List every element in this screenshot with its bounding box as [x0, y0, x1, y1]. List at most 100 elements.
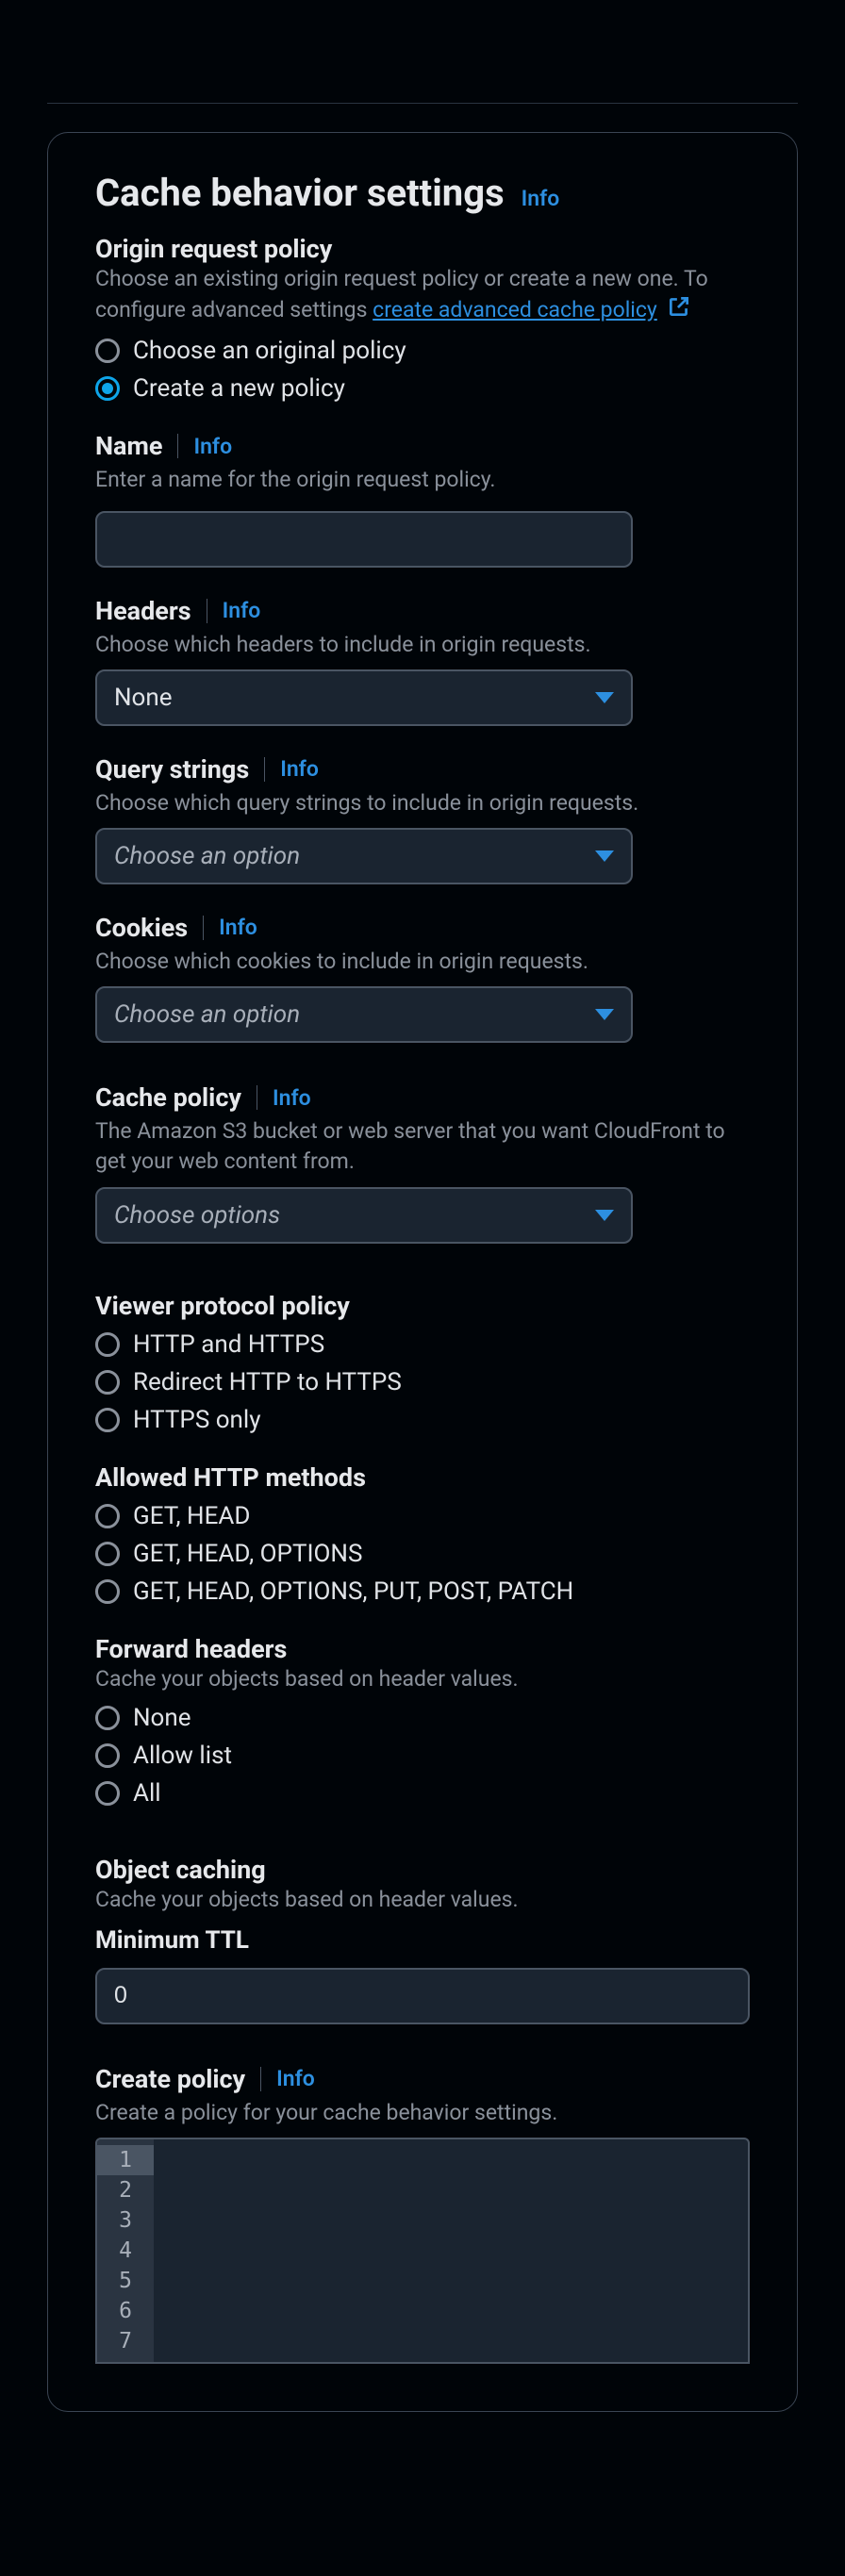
radio-http-https[interactable]: HTTP and HTTPS	[95, 1330, 750, 1359]
radio-label: GET, HEAD	[133, 1502, 250, 1530]
radio-redirect-https[interactable]: Redirect HTTP to HTTPS	[95, 1368, 750, 1396]
create-policy-label: Create policy	[95, 2064, 245, 2094]
top-bar	[47, 0, 798, 104]
headers-section: Headers Info Choose which headers to inc…	[95, 596, 750, 726]
origin-request-policy-section: Origin request policy Choose an existing…	[95, 234, 750, 403]
origin-request-policy-helper: Choose an existing origin request policy…	[95, 264, 750, 327]
object-caching-helper: Cache your objects based on header value…	[95, 1885, 750, 1915]
create-advanced-cache-policy-link[interactable]: create advanced cache policy	[373, 297, 657, 322]
radio-icon	[95, 1370, 120, 1395]
headers-helper: Choose which headers to include in origi…	[95, 630, 750, 660]
gutter-line: 7	[97, 2326, 154, 2356]
cookies-section: Cookies Info Choose which cookies to inc…	[95, 913, 750, 1043]
select-placeholder: Choose options	[114, 1201, 280, 1230]
radio-label: Choose an original policy	[133, 337, 406, 365]
forward-headers-section: Forward headers Cache your objects based…	[95, 1634, 750, 1808]
divider-icon	[264, 757, 265, 782]
radio-icon	[95, 339, 120, 363]
cookies-info-link[interactable]: Info	[219, 915, 257, 940]
name-input[interactable]	[95, 511, 633, 568]
radio-icon	[95, 1332, 120, 1357]
name-label: Name	[95, 431, 162, 461]
radio-forward-none[interactable]: None	[95, 1704, 750, 1732]
radio-https-only[interactable]: HTTPS only	[95, 1406, 750, 1434]
radio-icon	[95, 1743, 120, 1768]
radio-label: None	[133, 1704, 191, 1732]
origin-request-policy-label: Origin request policy	[95, 234, 750, 264]
object-caching-section: Object caching Cache your objects based …	[95, 1855, 750, 2024]
cache-behavior-panel: Cache behavior settings Info Origin requ…	[47, 132, 798, 2412]
radio-label: HTTP and HTTPS	[133, 1330, 324, 1359]
chevron-down-icon	[595, 850, 614, 862]
query-strings-label: Query strings	[95, 754, 249, 784]
radio-choose-original[interactable]: Choose an original policy	[95, 337, 750, 365]
policy-code-editor[interactable]: 1 2 3 4 5 6 7	[95, 2138, 750, 2364]
minimum-ttl-label: Minimum TTL	[95, 1926, 750, 1955]
object-caching-label: Object caching	[95, 1855, 750, 1885]
radio-label: Create a new policy	[133, 374, 345, 403]
create-policy-info-link[interactable]: Info	[276, 2066, 315, 2091]
code-gutter: 1 2 3 4 5 6 7	[97, 2139, 154, 2362]
panel-title: Cache behavior settings	[95, 171, 505, 215]
chevron-down-icon	[595, 692, 614, 703]
radio-label: HTTPS only	[133, 1406, 261, 1434]
panel-title-row: Cache behavior settings Info	[95, 171, 750, 215]
divider-icon	[203, 916, 204, 940]
select-placeholder: Choose an option	[114, 1000, 300, 1029]
viewer-protocol-section: Viewer protocol policy HTTP and HTTPS Re…	[95, 1291, 750, 1434]
radio-label: Redirect HTTP to HTTPS	[133, 1368, 402, 1396]
allowed-methods-section: Allowed HTTP methods GET, HEAD GET, HEAD…	[95, 1462, 750, 1606]
query-strings-section: Query strings Info Choose which query st…	[95, 754, 750, 884]
radio-label: All	[133, 1779, 161, 1808]
radio-label: GET, HEAD, OPTIONS	[133, 1540, 362, 1568]
select-placeholder: Choose an option	[114, 842, 300, 870]
cache-policy-select[interactable]: Choose options	[95, 1187, 633, 1244]
cookies-label: Cookies	[95, 913, 188, 943]
radio-icon	[95, 1706, 120, 1730]
forward-headers-helper: Cache your objects based on header value…	[95, 1664, 750, 1694]
external-link-icon	[667, 294, 691, 327]
cache-policy-section: Cache policy Info The Amazon S3 bucket o…	[95, 1082, 750, 1243]
panel-info-link[interactable]: Info	[522, 186, 560, 211]
radio-create-new[interactable]: Create a new policy	[95, 374, 750, 403]
allowed-methods-label: Allowed HTTP methods	[95, 1462, 750, 1493]
radio-get-head-options[interactable]: GET, HEAD, OPTIONS	[95, 1540, 750, 1568]
radio-get-head[interactable]: GET, HEAD	[95, 1502, 750, 1530]
select-value: None	[114, 684, 173, 712]
query-strings-info-link[interactable]: Info	[280, 756, 319, 782]
gutter-line: 6	[97, 2296, 154, 2326]
headers-select[interactable]: None	[95, 669, 633, 726]
radio-forward-all[interactable]: All	[95, 1779, 750, 1808]
radio-icon	[95, 1781, 120, 1806]
divider-icon	[177, 434, 178, 458]
chevron-down-icon	[595, 1210, 614, 1221]
cache-policy-label: Cache policy	[95, 1082, 241, 1113]
radio-label: Allow list	[133, 1742, 232, 1770]
query-strings-helper: Choose which query strings to include in…	[95, 788, 750, 818]
name-section: Name Info Enter a name for the origin re…	[95, 431, 750, 567]
gutter-line: 5	[97, 2266, 154, 2296]
cookies-select[interactable]: Choose an option	[95, 986, 633, 1043]
radio-label: GET, HEAD, OPTIONS, PUT, POST, PATCH	[133, 1577, 573, 1606]
radio-forward-allow-list[interactable]: Allow list	[95, 1742, 750, 1770]
query-strings-select[interactable]: Choose an option	[95, 828, 633, 884]
name-info-link[interactable]: Info	[193, 434, 232, 459]
gutter-line: 1	[97, 2145, 154, 2175]
chevron-down-icon	[595, 1009, 614, 1020]
radio-icon	[95, 1542, 120, 1566]
headers-info-link[interactable]: Info	[223, 598, 261, 623]
divider-icon	[260, 2067, 261, 2091]
minimum-ttl-input[interactable]	[95, 1968, 750, 2024]
radio-icon	[95, 376, 120, 401]
cookies-helper: Choose which cookies to include in origi…	[95, 947, 750, 977]
viewer-protocol-label: Viewer protocol policy	[95, 1291, 750, 1321]
gutter-line: 2	[97, 2175, 154, 2205]
cache-policy-info-link[interactable]: Info	[273, 1085, 311, 1111]
cache-policy-helper: The Amazon S3 bucket or web server that …	[95, 1116, 750, 1177]
create-policy-helper: Create a policy for your cache behavior …	[95, 2098, 750, 2128]
forward-headers-label: Forward headers	[95, 1634, 750, 1664]
code-body[interactable]	[154, 2139, 748, 2362]
radio-icon	[95, 1504, 120, 1528]
gutter-line: 4	[97, 2236, 154, 2266]
radio-get-head-options-put-post-patch[interactable]: GET, HEAD, OPTIONS, PUT, POST, PATCH	[95, 1577, 750, 1606]
